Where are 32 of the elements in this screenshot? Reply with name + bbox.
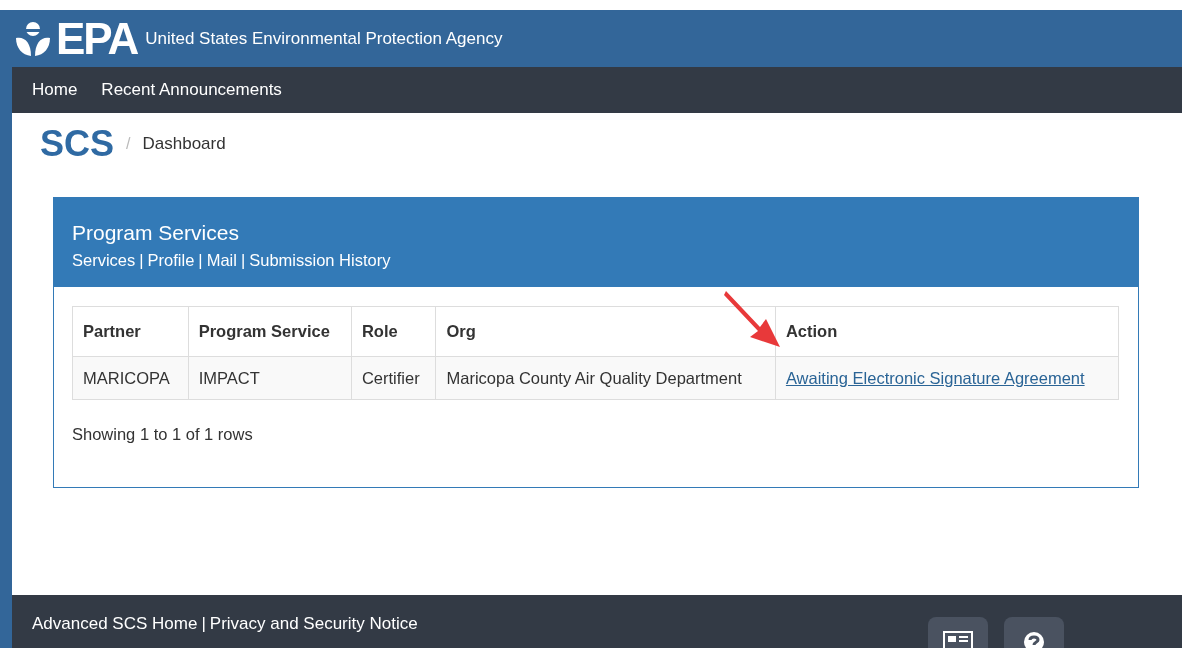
- newspaper-icon: [943, 631, 973, 648]
- news-button[interactable]: [928, 617, 988, 648]
- panel-link[interactable]: Profile: [147, 248, 195, 272]
- rows-summary: Showing 1 to 1 of 1 rows: [72, 424, 254, 445]
- column-header: Role: [351, 306, 436, 357]
- link-separator: |: [198, 250, 203, 271]
- panel-title: Program Services: [72, 220, 240, 246]
- question-icon: [1023, 631, 1045, 648]
- breadcrumb-separator: /: [126, 134, 131, 154]
- app-logo[interactable]: SCS: [40, 126, 115, 162]
- panel-link[interactable]: Mail: [206, 248, 237, 272]
- footer-link[interactable]: Advanced SCS Home: [32, 611, 198, 637]
- column-header: Action: [775, 306, 1119, 357]
- column-header: Org: [435, 306, 776, 357]
- table-cell: Certifier: [351, 356, 436, 400]
- column-header: Partner: [72, 306, 189, 357]
- panel-link[interactable]: Submission History: [249, 248, 391, 272]
- breadcrumb-current: Dashboard: [142, 133, 226, 156]
- panel-link[interactable]: Services: [72, 248, 136, 272]
- table-cell: MARICOPA: [72, 356, 189, 400]
- nav-link[interactable]: Home: [20, 69, 90, 111]
- help-button[interactable]: [1004, 617, 1064, 648]
- nav-link[interactable]: Recent Announcements: [89, 69, 294, 111]
- agency-title: United States Environmental Protection Agency: [145, 27, 503, 50]
- table-cell: IMPACT: [188, 356, 352, 400]
- agency-logo[interactable]: EPA: [56, 16, 138, 61]
- table-cell: Maricopa County Air Quality Department: [435, 356, 776, 400]
- footer-separator: |: [201, 613, 206, 635]
- footer-link[interactable]: Privacy and Security Notice: [209, 611, 418, 637]
- link-separator: |: [139, 250, 144, 271]
- link-separator: |: [240, 250, 246, 271]
- column-header: Program Service: [188, 306, 352, 357]
